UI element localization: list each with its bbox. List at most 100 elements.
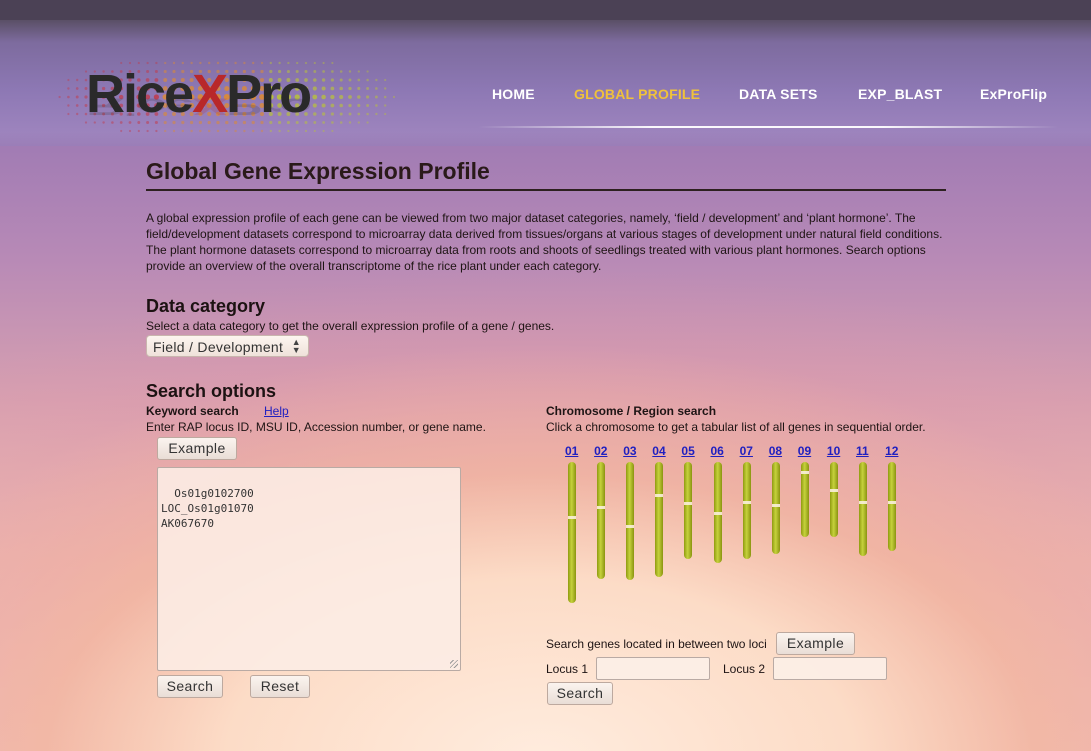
- chromosome-search-title: Chromosome / Region search: [546, 404, 717, 418]
- keyword-textarea[interactable]: Os01g0102700 LOC_Os01g01070 AK067670: [157, 467, 461, 671]
- logo-dot: [322, 61, 325, 65]
- locus1-label: Locus 1: [546, 662, 589, 676]
- centromere-mark: [829, 488, 838, 492]
- keyword-reset-button[interactable]: Reset: [250, 675, 310, 698]
- keyword-search-button[interactable]: Search: [157, 675, 223, 698]
- intro-text: A global expression profile of each gene…: [146, 211, 943, 273]
- centromere-mark: [597, 506, 606, 510]
- logo-dot: [181, 129, 185, 133]
- logo-dot: [260, 129, 264, 133]
- keyword-example-button[interactable]: Example: [157, 437, 237, 460]
- logo-dot: [313, 61, 316, 65]
- page-title: Global Gene Expression Profile: [146, 158, 946, 191]
- locus2-input[interactable]: [773, 657, 887, 680]
- chromosome-link-01[interactable]: 01: [565, 444, 578, 458]
- logo-dot: [172, 129, 176, 133]
- main-nav: HOME GLOBAL PROFILE DATA SETS EXP_BLAST …: [0, 86, 1091, 106]
- centromere-mark: [771, 503, 780, 507]
- nav-exp-blast[interactable]: EXP_BLAST: [858, 86, 942, 102]
- chromosome-bar-06[interactable]: [713, 462, 722, 564]
- logo-dot: [331, 61, 334, 65]
- data-category-description: Select a data category to get the overal…: [146, 319, 555, 333]
- logo-dot: [366, 78, 369, 82]
- keyword-search-description: Enter RAP locus ID, MSU ID, Accession nu…: [146, 420, 486, 434]
- logo-dot: [348, 112, 352, 116]
- chromosome-bar-07[interactable]: [742, 462, 751, 559]
- logo-dot: [348, 78, 352, 82]
- chromosome-link-02[interactable]: 02: [594, 444, 607, 458]
- nav-home[interactable]: HOME: [492, 86, 535, 102]
- centromere-mark: [800, 471, 809, 475]
- nav-exproflip[interactable]: ExProFlip: [980, 86, 1047, 102]
- keyword-textarea-content: Os01g0102700 LOC_Os01g01070 AK067670: [161, 487, 254, 530]
- chromosome-bar-04[interactable]: [655, 462, 664, 578]
- logo-dot: [287, 129, 290, 133]
- logo-dot: [357, 70, 360, 73]
- logo-dot: [322, 129, 325, 133]
- centromere-mark: [684, 502, 693, 506]
- centromere-mark: [655, 493, 664, 497]
- data-category-select[interactable]: Field / Development ▲ ▼: [146, 335, 309, 357]
- chromosome-link-11[interactable]: 11: [856, 444, 869, 458]
- resize-grip-icon[interactable]: [450, 660, 458, 668]
- chromosome-bar-05[interactable]: [684, 462, 693, 560]
- chromosome-link-06[interactable]: 06: [711, 444, 724, 458]
- chromosome-link-10[interactable]: 10: [827, 444, 840, 458]
- chromosome-bar-03[interactable]: [626, 462, 635, 581]
- logo-dot: [313, 112, 317, 116]
- logo-dot: [331, 70, 334, 73]
- centromere-mark: [888, 500, 897, 504]
- nav-global-profile[interactable]: GLOBAL PROFILE: [574, 86, 700, 102]
- logo-dot: [384, 78, 387, 82]
- logo-dot: [199, 129, 202, 133]
- region-search-button[interactable]: Search: [547, 682, 613, 705]
- logo-dot: [128, 129, 132, 133]
- logo-dot: [321, 112, 326, 116]
- search-options-heading: Search options: [146, 381, 277, 401]
- logo-dot: [164, 129, 167, 133]
- chromosome-link-03[interactable]: 03: [623, 444, 636, 458]
- logo-dot: [330, 112, 335, 116]
- centromere-mark: [859, 501, 867, 504]
- chromosome-bar-01[interactable]: [568, 462, 576, 603]
- logo-dot: [67, 78, 70, 82]
- chromosome-bar-09[interactable]: [800, 462, 809, 537]
- help-link[interactable]: Help: [264, 404, 289, 418]
- chromosome-bar-11[interactable]: [859, 462, 867, 557]
- logo-dot: [366, 121, 369, 124]
- logo-dot: [339, 70, 343, 73]
- centromere-mark: [713, 512, 722, 516]
- chromosome-link-09[interactable]: 09: [798, 444, 811, 458]
- logo-dot: [296, 129, 299, 133]
- logo-dot: [216, 129, 220, 133]
- logo-dot: [304, 129, 308, 133]
- locus2-label: Locus 2: [723, 662, 766, 676]
- chromosome-link-12[interactable]: 12: [885, 444, 898, 458]
- logo-dot: [348, 70, 352, 73]
- logo-dot: [269, 129, 273, 133]
- chromosome-bar-08[interactable]: [771, 462, 780, 555]
- locus1-input[interactable]: [596, 657, 710, 680]
- data-category-selected: Field / Development: [153, 339, 284, 355]
- nav-divider: [478, 126, 1058, 128]
- chromosome-link-08[interactable]: 08: [769, 444, 782, 458]
- chromosome-link-04[interactable]: 04: [652, 444, 665, 458]
- region-example-button[interactable]: Example: [776, 632, 855, 655]
- chromosome-link-07[interactable]: 07: [740, 444, 753, 458]
- chromosome-link-05[interactable]: 05: [681, 444, 694, 458]
- chromosome-bar-10[interactable]: [829, 462, 838, 538]
- logo-dot: [384, 112, 387, 116]
- logo-dot: [357, 78, 361, 82]
- centromere-mark: [626, 525, 635, 529]
- select-arrows-icon: ▲ ▼: [291, 337, 301, 355]
- chromosome-bar-02[interactable]: [597, 462, 606, 579]
- logo-dot: [339, 78, 343, 82]
- logo-dot: [348, 121, 352, 124]
- logo-dot: [357, 112, 361, 116]
- chromosome-bar-12[interactable]: [888, 462, 897, 552]
- logo-dot: [251, 129, 255, 133]
- logo-dot: [322, 121, 325, 124]
- nav-data-sets[interactable]: DATA SETS: [739, 86, 818, 102]
- logo-dot: [357, 121, 360, 124]
- logo-dot: [146, 129, 149, 133]
